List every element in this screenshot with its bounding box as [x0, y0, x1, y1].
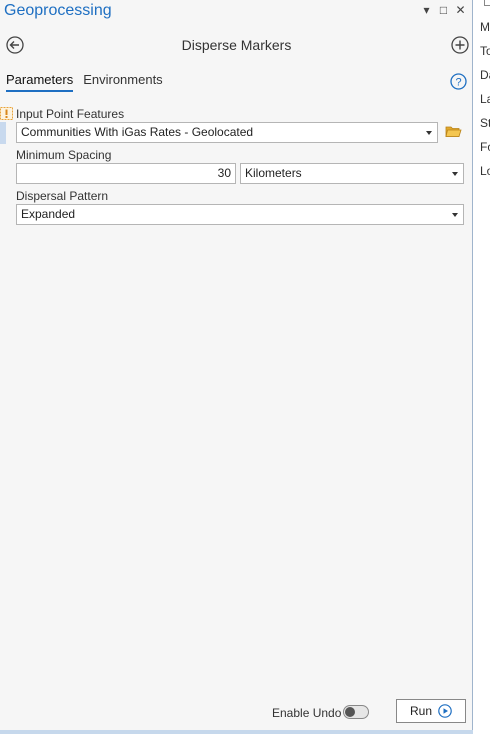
adjacent-checkbox[interactable]: [484, 0, 490, 6]
pane-window-controls: ▾ □ ✕: [421, 2, 466, 18]
parameter-accent-bar: [0, 122, 6, 144]
warning-icon: [0, 107, 13, 120]
adjacent-list-item[interactable]: M: [480, 20, 490, 34]
tool-tabs: Parameters Environments: [6, 72, 163, 92]
run-button[interactable]: Run: [396, 699, 466, 723]
adjacent-pane-list: M To Da La St Fo Lo: [476, 0, 490, 734]
min-spacing-input[interactable]: 30: [16, 163, 236, 184]
pane-title: Geoprocessing: [4, 2, 112, 19]
spacing-unit-select[interactable]: Kilometers: [240, 163, 464, 184]
tab-parameters[interactable]: Parameters: [6, 72, 74, 92]
enable-undo-label: Enable Undo: [272, 706, 342, 720]
input-features-label: Input Point Features: [16, 107, 125, 121]
min-spacing-label: Minimum Spacing: [16, 148, 112, 162]
pane-close-icon[interactable]: ✕: [455, 2, 466, 18]
adjacent-list-item[interactable]: La: [480, 92, 490, 106]
dispersal-pattern-select[interactable]: Expanded: [16, 204, 464, 225]
run-button-label: Run: [409, 704, 432, 718]
run-play-icon: [438, 704, 452, 718]
adjacent-list-item[interactable]: St: [480, 116, 490, 130]
add-plus-icon[interactable]: [451, 36, 469, 54]
pane-menu-icon[interactable]: ▾: [421, 2, 432, 18]
tab-environments[interactable]: Environments: [83, 72, 162, 92]
toggle-knob: [345, 707, 355, 717]
geoprocessing-pane: Geoprocessing ▾ □ ✕ Disperse Markers Par…: [0, 0, 473, 734]
tool-header: Disperse Markers: [0, 32, 473, 58]
adjacent-list-item[interactable]: To: [480, 44, 490, 58]
adjacent-list-item[interactable]: Lo: [480, 164, 490, 178]
pane-bottom-strip: [0, 730, 473, 734]
browse-folder-icon[interactable]: [445, 124, 462, 138]
help-icon[interactable]: ?: [450, 73, 467, 90]
pane-maximize-icon[interactable]: □: [438, 2, 449, 18]
adjacent-list-item[interactable]: Fo: [480, 140, 490, 154]
input-features-select[interactable]: Communities With iGas Rates - Geolocated: [16, 122, 438, 143]
svg-text:?: ?: [455, 77, 461, 89]
tool-title: Disperse Markers: [181, 37, 292, 53]
adjacent-list-item[interactable]: Da: [480, 68, 490, 82]
enable-undo-toggle[interactable]: [343, 705, 369, 719]
dispersal-pattern-label: Dispersal Pattern: [16, 189, 109, 203]
